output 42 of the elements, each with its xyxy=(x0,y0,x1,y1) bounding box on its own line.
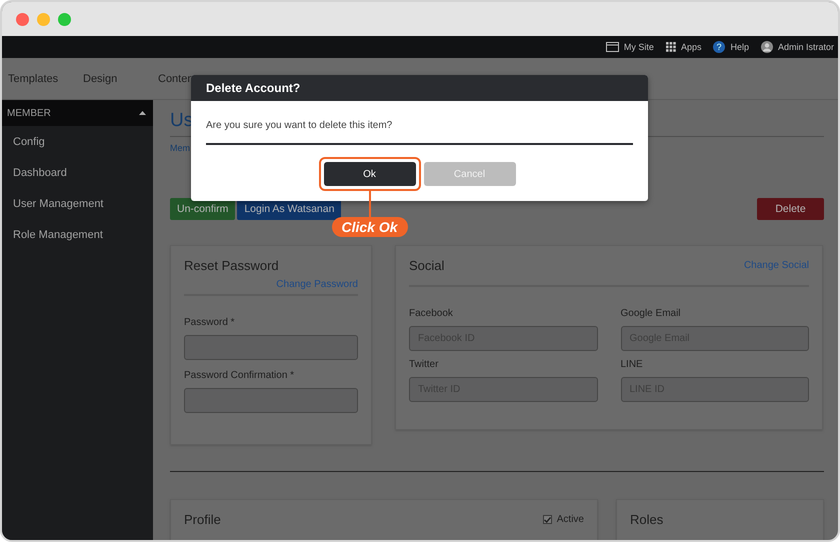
window-control-dot[interactable] xyxy=(37,12,50,26)
ok-button[interactable]: Ok xyxy=(324,162,416,186)
card-title: Social xyxy=(409,258,444,273)
browser-window-icon xyxy=(606,42,619,52)
password-field[interactable] xyxy=(184,388,358,413)
sidebar-item[interactable]: Role Management xyxy=(2,219,153,250)
password-field[interactable] xyxy=(184,335,358,360)
field-label: Password * xyxy=(184,317,236,328)
top-bar-link[interactable]: Admin Istrator xyxy=(760,41,834,53)
top-bar-link[interactable]: ? Help xyxy=(713,41,749,53)
top-bar-link-label: Admin Istrator xyxy=(778,42,834,52)
checkbox-label: Active xyxy=(556,514,584,525)
top-bar-link-label: Help xyxy=(730,42,749,52)
card-title: Reset Password xyxy=(184,258,280,273)
field-label: LINE xyxy=(620,359,644,370)
action-button[interactable]: Un-confirm xyxy=(170,198,236,220)
top-bar-link-label: Apps xyxy=(680,42,702,52)
window-control-dot[interactable] xyxy=(16,12,29,26)
top-bar-link[interactable]: Apps xyxy=(666,42,702,52)
grid-icon xyxy=(666,42,676,52)
avatar-icon xyxy=(760,41,773,53)
card-title: Roles xyxy=(630,512,664,527)
field-label: Facebook xyxy=(409,308,454,319)
window-control-dot[interactable] xyxy=(58,12,71,26)
sidebar-header-label: MEMBER xyxy=(7,108,51,118)
sidebar-item[interactable]: Dashboard xyxy=(2,157,153,188)
dialog-title: Delete Account? xyxy=(206,81,300,95)
sidebar-item[interactable]: User Management xyxy=(2,188,153,219)
dialog-message: Are you sure you want to delete this item? xyxy=(206,120,394,131)
sidebar-header[interactable]: MEMBER xyxy=(2,100,153,126)
field-label: Password Confirmation * xyxy=(184,370,296,381)
callout-label: Click Ok xyxy=(331,217,408,237)
check-icon xyxy=(544,516,551,522)
checkbox[interactable] xyxy=(542,515,552,524)
field-label: Google Email xyxy=(620,308,682,319)
card-title: Profile xyxy=(184,512,221,527)
sidebar-item[interactable]: Config xyxy=(2,126,153,157)
field-label: Twitter xyxy=(409,359,440,370)
top-bar-link[interactable]: My Site xyxy=(606,42,654,52)
delete-button[interactable]: Delete xyxy=(757,198,824,220)
top-bar-link-label: My Site xyxy=(624,42,654,52)
help-icon: ? xyxy=(713,41,726,53)
